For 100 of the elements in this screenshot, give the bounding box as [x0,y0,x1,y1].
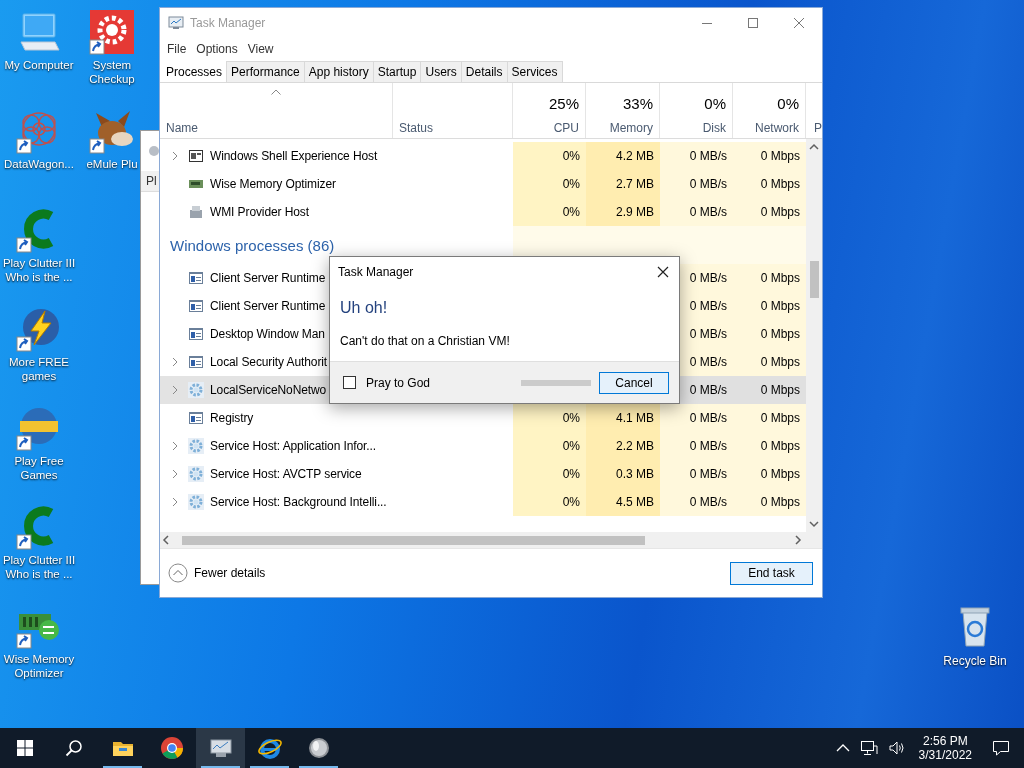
expand-chevron-icon[interactable] [170,385,180,395]
tab[interactable]: Startup [372,61,422,82]
window-icon [188,148,204,164]
network-icon [859,740,878,756]
gear-icon [188,466,204,482]
horizontal-scrollbar[interactable] [160,532,822,548]
search-icon [64,739,83,757]
icon-label: Play Clutter III Who is the ... [1,553,77,581]
caret-icon [835,743,850,753]
clock[interactable]: 2:56 PM 3/31/2022 [910,734,980,762]
icon-label: eMule Plu [85,157,139,171]
process-name: Windows Shell Experience Host [210,149,378,163]
table-cell: 0 Mbps [733,348,806,376]
collapse-icon[interactable] [168,563,188,583]
menu-item[interactable]: File [162,42,192,56]
menu-item[interactable]: View [242,42,279,56]
tab[interactable]: Details [460,61,508,82]
table-cell: 4.2 MB [586,142,660,170]
process-row[interactable]: Service Host: AVCTP service 0% 0.3 MB 0 MB/s 0 Mbps [160,460,806,488]
table-cell: 0 MB/s [660,404,733,432]
gear-icon[interactable] [88,8,136,56]
process-name: Service Host: Application Infor... [210,439,377,453]
column-header[interactable]: Name [160,83,393,138]
tab[interactable]: Performance [226,61,305,82]
column-header[interactable]: 0% Disk [660,83,733,138]
column-header[interactable]: 33% Memory [586,83,660,138]
gear-icon [188,438,204,454]
progress-bar [521,379,591,386]
scrollbar-thumb[interactable] [809,261,819,298]
table-cell: 4.5 MB [586,488,660,516]
column-header[interactable]: 25% CPU [513,83,586,138]
expand-chevron-icon[interactable] [170,357,180,367]
expand-chevron-icon[interactable] [170,151,180,161]
table-cell: 0 Mbps [733,488,806,516]
icon-label: Recycle Bin [943,654,1007,668]
process-name: LocalServiceNoNetwo [210,383,327,397]
table-cell: 0% [513,460,586,488]
table-cell: 0 MB/s [660,460,733,488]
process-row[interactable]: Registry 0% 4.1 MB 0 MB/s 0 Mbps [160,404,806,432]
window-icon [188,270,204,286]
tab[interactable]: App history [303,61,374,82]
speech-bubble-icon [992,739,1010,757]
table-cell: 0 MB/s [660,170,733,198]
gear-icon [188,494,204,510]
window-icon [188,326,204,342]
column-header[interactable]: Status [393,83,513,138]
chrome-icon [158,735,185,761]
menu-item[interactable]: Options [191,42,243,56]
window-icon [188,410,204,426]
process-row[interactable]: Windows Shell Experience Host 0% 4.2 MB 0 MB/s 0 Mbps [160,142,806,170]
process-name: Registry [210,411,254,425]
process-name: Service Host: AVCTP service [210,467,362,481]
fewer-details-link[interactable]: Fewer details [194,566,266,580]
close-icon [657,266,669,278]
scrollbar-thumb[interactable] [182,535,645,545]
table-cell: 0 Mbps [733,432,806,460]
end-task-button[interactable]: End task [730,561,813,585]
column-header[interactable]: 0% Network [733,83,806,138]
tab[interactable]: Services [506,61,563,82]
icon-label: Wise Memory Optimizer [2,652,76,680]
process-name: Service Host: Background Intelli... [210,495,387,509]
process-row[interactable]: WMI Provider Host 0% 2.9 MB 0 MB/s 0 Mbps [160,198,806,226]
icon-label: Play Clutter III Who is the ... [1,256,77,284]
table-cell: 0 MB/s [660,432,733,460]
maximize-icon [748,18,758,28]
table-cell: 0 Mbps [733,264,806,292]
process-row[interactable]: Service Host: Application Infor... 0% 2.2 MB 0 MB/s 0 Mbps [160,432,806,460]
close-icon [794,18,804,28]
gear-icon [188,382,204,398]
task-manager-icon [168,15,184,31]
vertical-scrollbar[interactable] [806,139,822,532]
process-name: Client Server Runtime [210,299,326,313]
tab[interactable]: Users [420,61,462,82]
table-cell: 0 Mbps [733,460,806,488]
process-name: Wise Memory Optimizer [210,177,336,191]
table-cell: 0 Mbps [733,142,806,170]
expand-chevron-icon[interactable] [170,441,180,451]
icon-label: DataWagon... [3,157,75,171]
window-title: Task Manager [190,16,267,30]
window-icon [188,354,204,370]
table-cell: 0 Mbps [733,404,806,432]
process-row[interactable]: Wise Memory Optimizer 0% 2.7 MB 0 MB/s 0 Mbps [160,170,806,198]
table-cell: 0 Mbps [733,170,806,198]
process-name: WMI Provider Host [210,205,309,219]
process-row[interactable]: Service Host: Background Intelli... 0% 4.5 MB 0 MB/s 0 Mbps [160,488,806,516]
table-cell: 0% [513,198,586,226]
column-header[interactable]: P [806,83,822,138]
expand-chevron-icon[interactable] [170,469,180,479]
table-cell: 0 MB/s [660,142,733,170]
expand-chevron-icon[interactable] [170,497,180,507]
windows-logo-icon [16,740,33,756]
table-cell: 0 Mbps [733,292,806,320]
cancel-button[interactable]: Cancel [599,371,669,394]
checkbox[interactable] [343,376,356,389]
table-cell: 2.7 MB [586,170,660,198]
checkbox-label[interactable]: Pray to God [366,375,431,390]
process-name: Local Security Authorit [210,355,328,369]
taskbar-app-button[interactable] [196,728,245,768]
table-cell: 2.2 MB [586,432,660,460]
group-heading: Windows processes (86) [170,236,335,254]
